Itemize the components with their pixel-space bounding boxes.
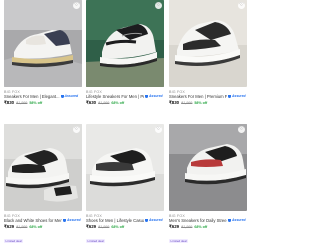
product-image[interactable]: ♡ xyxy=(86,124,164,211)
product-price: ₹629 xyxy=(86,224,97,229)
product-image[interactable]: ♡ xyxy=(86,0,164,87)
assured-badge: Assured xyxy=(63,218,81,223)
product-price: ₹629 xyxy=(4,224,15,229)
assured-shield-icon xyxy=(228,94,232,99)
product-card[interactable]: ♡ BIG FOX Men's Sneakers for Daily Stree… xyxy=(169,124,247,247)
heart-icon[interactable]: ♡ xyxy=(73,126,80,133)
product-price: ₹630 xyxy=(86,100,97,105)
product-card[interactable]: ♡ BIG FOX Sneakers For Men | Elegant... … xyxy=(4,0,82,105)
product-mrp: ₹1,999 xyxy=(98,225,110,229)
shoe-image xyxy=(169,124,247,211)
product-discount: 58% off xyxy=(29,101,43,105)
product-card[interactable]: ♡ BIG FOX Black and White Shoes for Men … xyxy=(4,124,82,247)
product-card[interactable]: ♡ BIG FOX Sneakers For Men | Premium Fa.… xyxy=(169,0,247,105)
assured-shield-icon xyxy=(228,218,232,223)
product-price: ₹830 xyxy=(169,100,180,105)
assured-badge: Assured xyxy=(228,94,246,99)
assured-shield-icon xyxy=(145,218,149,223)
product-discount: 68% off xyxy=(111,225,125,229)
product-mrp: ₹1,999 xyxy=(98,101,110,105)
product-title[interactable]: Lifestyle Sneakers For Men | Pre... xyxy=(86,94,144,99)
assured-shield-icon xyxy=(60,94,64,99)
product-price: ₹629 xyxy=(169,224,180,229)
product-discount: 68% off xyxy=(29,225,43,229)
limited-deal-tag: Limited deal xyxy=(169,239,189,243)
product-card[interactable]: ♡ BIG FOX Lifestyle Sneakers For Men | P… xyxy=(86,0,164,105)
product-mrp: ₹1,999 xyxy=(181,101,193,105)
product-mrp: ₹1,999 xyxy=(181,225,193,229)
heart-icon[interactable]: ♡ xyxy=(238,2,245,9)
heart-icon[interactable]: ♡ xyxy=(238,126,245,133)
product-grid: ♡ BIG FOX Sneakers For Men | Elegant... … xyxy=(0,0,250,248)
product-title[interactable]: Sneakers For Men | Elegant... xyxy=(4,94,60,99)
product-image[interactable]: ♡ xyxy=(4,0,82,87)
product-discount: 68% off xyxy=(194,225,208,229)
product-price: ₹830 xyxy=(4,100,15,105)
shoe-image xyxy=(4,124,82,211)
product-mrp: ₹1,999 xyxy=(16,101,28,105)
product-title[interactable]: Sneakers For Men | Premium Fa... xyxy=(169,94,227,99)
assured-badge: Assured xyxy=(228,218,246,223)
product-image[interactable]: ♡ xyxy=(4,124,82,211)
limited-deal-tag: Limited deal xyxy=(4,239,24,243)
assured-badge: Assured xyxy=(60,94,78,99)
shoe-image xyxy=(86,124,164,211)
assured-badge: Assured xyxy=(145,218,163,223)
shoe-image xyxy=(4,0,82,87)
product-discount: 58% off xyxy=(194,101,208,105)
assured-badge: Assured xyxy=(145,94,163,99)
limited-deal-tag: Limited deal xyxy=(86,239,106,243)
heart-icon[interactable]: ♡ xyxy=(155,2,162,9)
shoe-image xyxy=(169,0,247,87)
product-image[interactable]: ♡ xyxy=(169,0,247,87)
assured-shield-icon xyxy=(145,94,149,99)
product-title[interactable]: Black and White Shoes for Men |... xyxy=(4,218,62,223)
heart-icon[interactable]: ♡ xyxy=(73,2,80,9)
shoe-image xyxy=(86,0,164,87)
heart-icon[interactable]: ♡ xyxy=(155,126,162,133)
product-image[interactable]: ♡ xyxy=(169,124,247,211)
product-title[interactable]: Men's Sneakers for Daily Stree... xyxy=(169,218,227,223)
product-card[interactable]: ♡ BIG FOX Shoes for Men | Lifestyle Casu… xyxy=(86,124,164,247)
product-mrp: ₹1,999 xyxy=(16,225,28,229)
product-discount: 68% off xyxy=(111,101,125,105)
assured-shield-icon xyxy=(63,218,67,223)
product-title[interactable]: Shoes for Men | Lifestyle Casual... xyxy=(86,218,144,223)
